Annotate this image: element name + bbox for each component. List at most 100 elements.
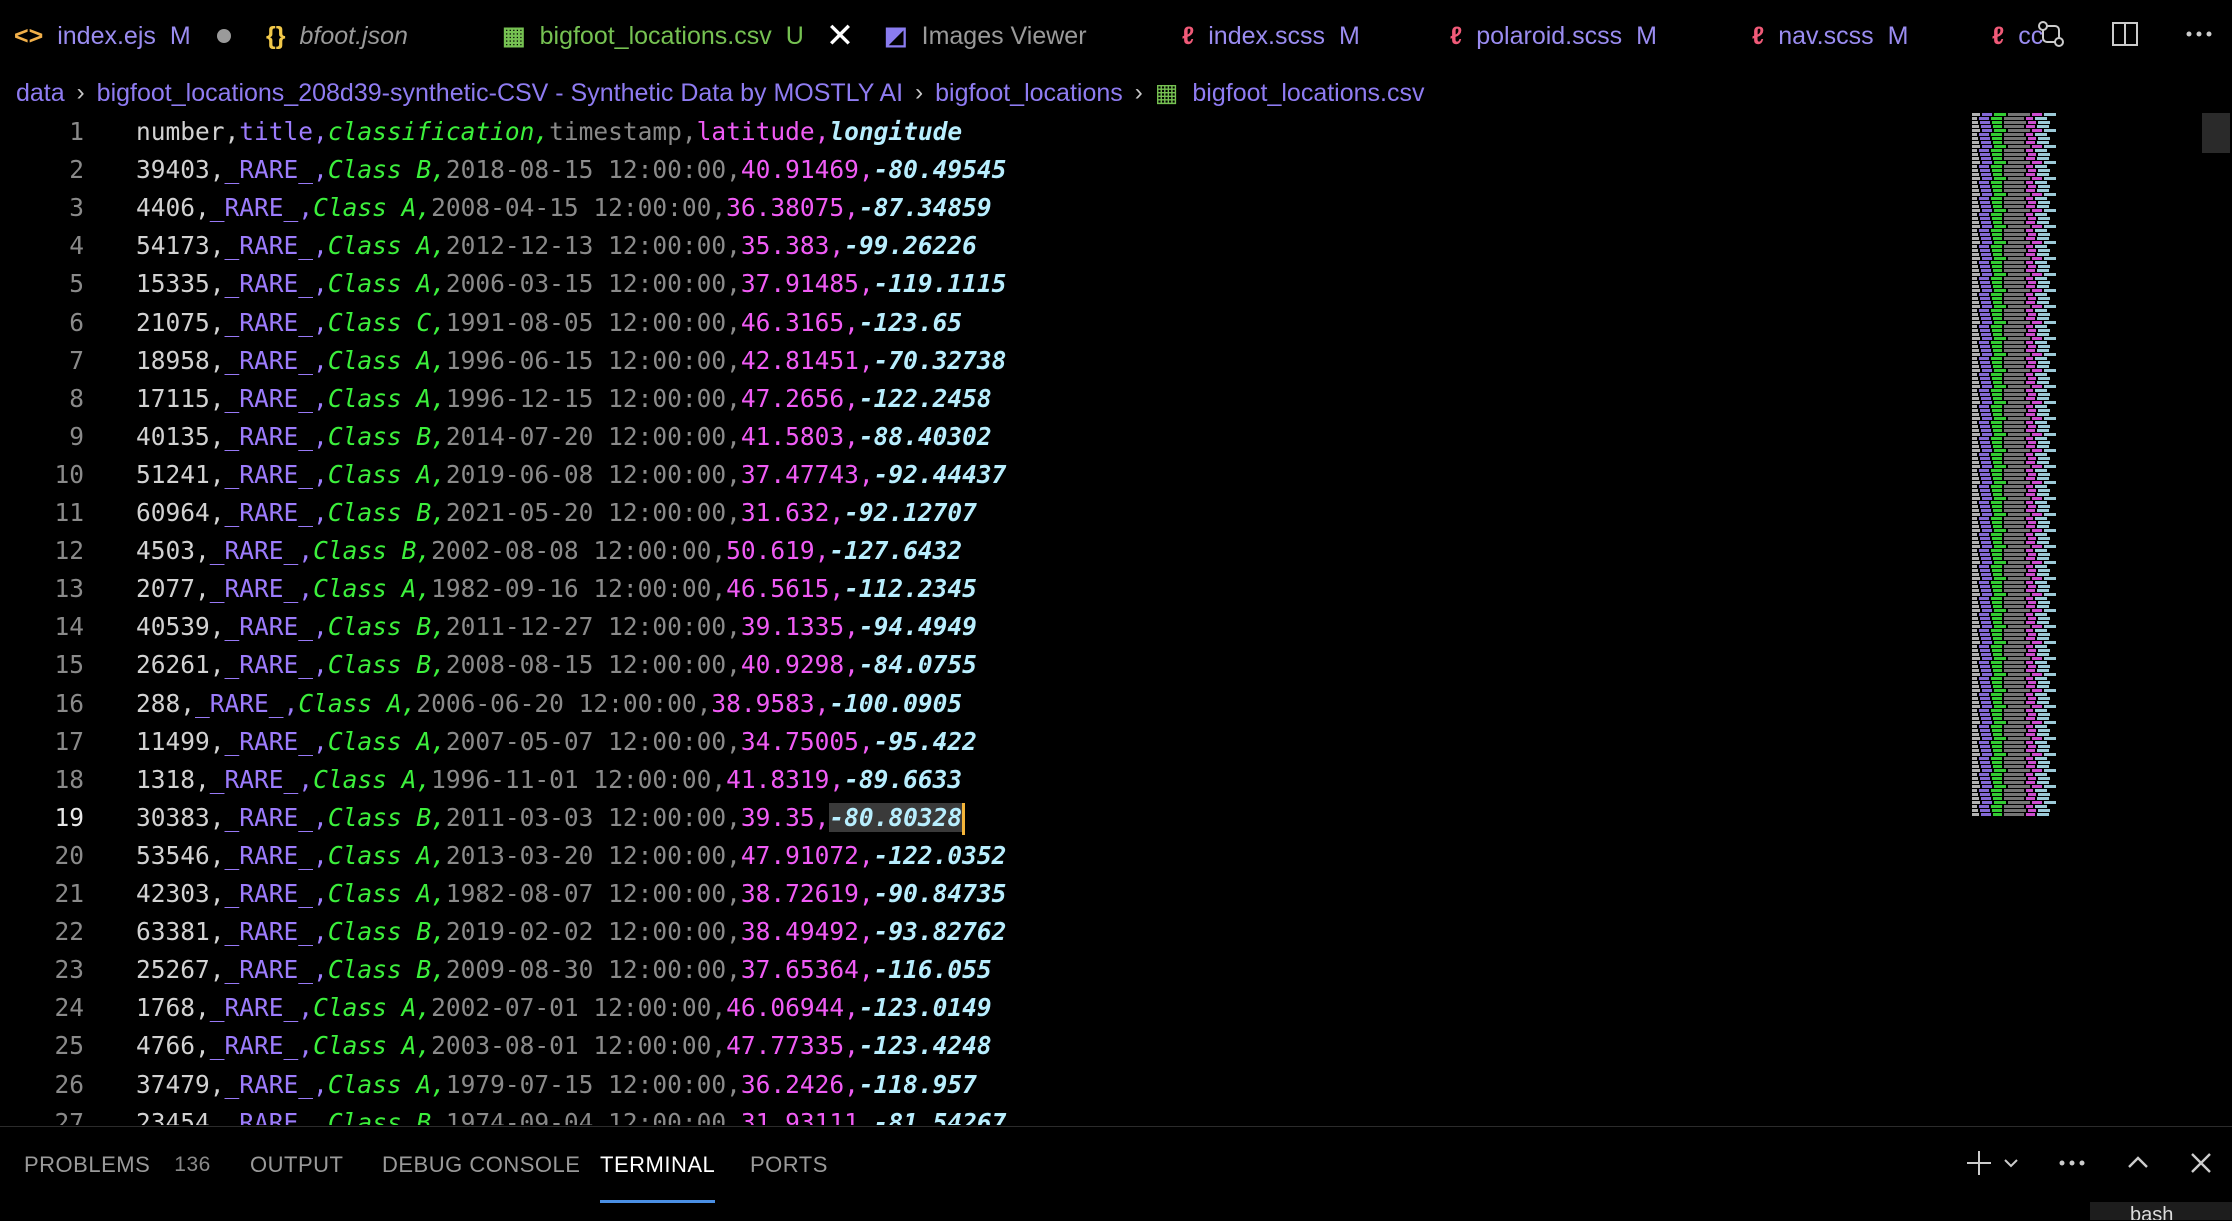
line-content[interactable]: 51241,_RARE_,Class A,2019-06-08 12:00:00… bbox=[136, 456, 1006, 494]
csv-table-icon: ▦ bbox=[1154, 79, 1179, 107]
minimap-row bbox=[1972, 133, 2090, 136]
tab-modified-indicator: U bbox=[785, 21, 804, 50]
unsaved-dot-icon[interactable] bbox=[216, 29, 231, 43]
breadcrumb-item[interactable]: bigfoot_locations_208d39-synthetic-CSV -… bbox=[97, 79, 903, 108]
line-content[interactable]: 30383,_RARE_,Class B,2011-03-03 12:00:00… bbox=[136, 799, 966, 837]
minimap-row bbox=[1972, 369, 2090, 372]
line-content[interactable]: 40539,_RARE_,Class B,2011-12-27 12:00:00… bbox=[136, 608, 977, 646]
csv-cell-timestamp: 1982-09-16 12:00:00 bbox=[431, 574, 712, 604]
breadcrumb-item[interactable]: data bbox=[16, 79, 65, 108]
line-content[interactable]: 54173,_RARE_,Class A,2012-12-13 12:00:00… bbox=[136, 227, 977, 265]
csv-cell-latitude: 38.9583 bbox=[711, 688, 815, 718]
line-content[interactable]: 2077,_RARE_,Class A,1982-09-16 12:00:00,… bbox=[136, 570, 977, 608]
minimap-row bbox=[1972, 429, 2090, 432]
line-content[interactable]: 18958,_RARE_,Class A,1996-06-15 12:00:00… bbox=[136, 342, 1006, 380]
line-content[interactable]: 4406,_RARE_,Class A,2008-04-15 12:00:00,… bbox=[136, 189, 992, 227]
line-content[interactable]: 1768,_RARE_,Class A,2002-07-01 12:00:00,… bbox=[136, 989, 992, 1027]
split-editor-icon[interactable] bbox=[2110, 19, 2140, 54]
tab-images-viewer[interactable]: ◩ Images Viewer bbox=[884, 0, 1087, 72]
csv-cell-latitude: 34.75005 bbox=[740, 726, 859, 756]
new-terminal-icon[interactable] bbox=[1962, 1146, 1996, 1185]
csv-cell-title: _RARE_ bbox=[224, 383, 314, 413]
line-content[interactable]: 288,_RARE_,Class A,2006-06-20 12:00:00,3… bbox=[136, 685, 962, 723]
csv-cell-title: _RARE_ bbox=[224, 1069, 314, 1099]
code-icon: <> bbox=[14, 21, 44, 50]
line-content[interactable]: 1318,_RARE_,Class A,1996-11-01 12:00:00,… bbox=[136, 761, 962, 799]
maximize-panel-icon[interactable] bbox=[2124, 1149, 2152, 1182]
minimap-row bbox=[1972, 757, 2090, 760]
line-content[interactable]: 39403,_RARE_,Class B,2018-08-15 12:00:00… bbox=[136, 151, 1006, 189]
csv-editor[interactable]: 1 number,title,classification,timestamp,l… bbox=[0, 113, 1970, 1125]
line-content[interactable]: 17115,_RARE_,Class A,1996-12-15 12:00:00… bbox=[136, 380, 992, 418]
minimap-row bbox=[1972, 737, 2090, 740]
line-content[interactable]: 4503,_RARE_,Class B,2002-08-08 12:00:00,… bbox=[136, 532, 962, 570]
csv-cell-title: _RARE_ bbox=[224, 155, 314, 185]
line-content[interactable]: 23454,_RARE_,Class B,1974-09-04 12:00:00… bbox=[136, 1104, 1006, 1125]
minimap-row bbox=[1972, 649, 2090, 652]
minimap-row bbox=[1972, 165, 2090, 168]
panel-tab-ports[interactable]: PORTS bbox=[750, 1127, 828, 1203]
close-tab-icon[interactable]: ✕ bbox=[826, 19, 855, 53]
csv-cell-longitude: -93.82762 bbox=[873, 917, 1007, 947]
csv-cell-classification: Class B bbox=[327, 955, 432, 985]
line-content[interactable]: 21075,_RARE_,Class C,1991-08-05 12:00:00… bbox=[136, 304, 962, 342]
breadcrumb-file[interactable]: bigfoot_locations.csv bbox=[1192, 79, 1424, 108]
line-content[interactable]: 40135,_RARE_,Class B,2014-07-20 12:00:00… bbox=[136, 418, 992, 456]
line-number: 2 bbox=[69, 155, 84, 185]
minimap-row bbox=[1972, 753, 2090, 756]
csv-cell-header: latitude bbox=[696, 117, 815, 146]
csv-cell-timestamp: 1996-11-01 12:00:00 bbox=[431, 764, 712, 794]
line-content[interactable]: 4766,_RARE_,Class A,2003-08-01 12:00:00,… bbox=[136, 1027, 992, 1065]
panel-tab-label: OUTPUT bbox=[250, 1152, 344, 1177]
line-content[interactable]: 25267,_RARE_,Class B,2009-08-30 12:00:00… bbox=[136, 951, 992, 989]
tab-polaroid-scss[interactable]: ℓ polaroid.scss M bbox=[1450, 0, 1657, 72]
tab-index-ejs[interactable]: <> index.ejs M bbox=[14, 0, 231, 72]
terminal-dropdown-chevron-icon[interactable] bbox=[2002, 1154, 2020, 1177]
line-content[interactable]: 42303,_RARE_,Class A,1982-08-07 12:00:00… bbox=[136, 875, 1006, 913]
minimap-row bbox=[1972, 793, 2090, 796]
line-content[interactable]: 63381,_RARE_,Class B,2019-02-02 12:00:00… bbox=[136, 913, 1006, 951]
csv-cell-number: 40539 bbox=[136, 612, 210, 642]
breadcrumb-item[interactable]: bigfoot_locations bbox=[935, 79, 1123, 108]
line-content[interactable]: 15335,_RARE_,Class A,2006-03-15 12:00:00… bbox=[136, 265, 1006, 303]
line-number: 4 bbox=[69, 231, 84, 261]
panel-tab-output[interactable]: OUTPUT bbox=[250, 1127, 343, 1203]
minimap-row bbox=[1972, 337, 2090, 340]
minimap[interactable] bbox=[1972, 113, 2090, 1125]
minimap-row bbox=[1972, 485, 2090, 488]
panel-tab-debug-console[interactable]: DEBUG CONSOLE bbox=[382, 1127, 580, 1203]
tab-nav-scss[interactable]: ℓ nav.scss M bbox=[1752, 0, 1908, 72]
minimap-row bbox=[1972, 437, 2090, 440]
terminal-instance-tab[interactable]: bash bbox=[2090, 1202, 2232, 1220]
csv-cell-number: 40135 bbox=[136, 421, 210, 451]
csv-cell-number: 2077 bbox=[136, 574, 196, 604]
line-content[interactable]: 60964,_RARE_,Class B,2021-05-20 12:00:00… bbox=[136, 494, 977, 532]
minimap-row bbox=[1972, 697, 2090, 700]
tab-index-scss[interactable]: ℓ index.scss M bbox=[1182, 0, 1360, 72]
csv-cell-latitude: 31.632 bbox=[740, 498, 830, 527]
csv-cell-number: 23454 bbox=[136, 1107, 210, 1125]
editor-scrollbar-thumb[interactable] bbox=[2202, 113, 2230, 153]
csv-cell-longitude: -87.34859 bbox=[858, 193, 992, 223]
line-content[interactable]: 53546,_RARE_,Class A,2013-03-20 12:00:00… bbox=[136, 837, 1006, 875]
minimap-row bbox=[1972, 645, 2090, 648]
line-content[interactable]: 37479,_RARE_,Class A,1979-07-15 12:00:00… bbox=[136, 1066, 977, 1104]
more-actions-icon[interactable] bbox=[2056, 1147, 2088, 1184]
minimap-row bbox=[1972, 785, 2090, 788]
tab-bfoot-json[interactable]: {} bfoot.json bbox=[266, 0, 408, 72]
line-content[interactable]: 26261,_RARE_,Class B,2008-08-15 12:00:00… bbox=[136, 646, 977, 684]
line-content[interactable]: number,title,classification,timestamp,la… bbox=[136, 113, 962, 151]
close-panel-icon[interactable] bbox=[2188, 1150, 2214, 1181]
panel-tab-problems[interactable]: PROBLEMS 136 bbox=[24, 1127, 211, 1203]
scss-icon: ℓ bbox=[1450, 21, 1463, 50]
csv-cell-latitude: 46.5615 bbox=[726, 574, 830, 604]
csv-cell-title: _RARE_ bbox=[224, 917, 314, 947]
open-changes-icon[interactable] bbox=[2036, 19, 2066, 54]
panel-tab-terminal[interactable]: TERMINAL bbox=[600, 1127, 716, 1203]
more-actions-icon[interactable] bbox=[2184, 19, 2214, 54]
minimap-row bbox=[1972, 433, 2090, 436]
line-content[interactable]: 11499,_RARE_,Class A,2007-05-07 12:00:00… bbox=[136, 723, 977, 761]
minimap-row bbox=[1972, 701, 2090, 704]
csv-cell-longitude: -123.0149 bbox=[858, 993, 992, 1023]
tab-bigfoot-locations-csv[interactable]: ▦ bigfoot_locations.csv U ✕ bbox=[502, 0, 854, 72]
